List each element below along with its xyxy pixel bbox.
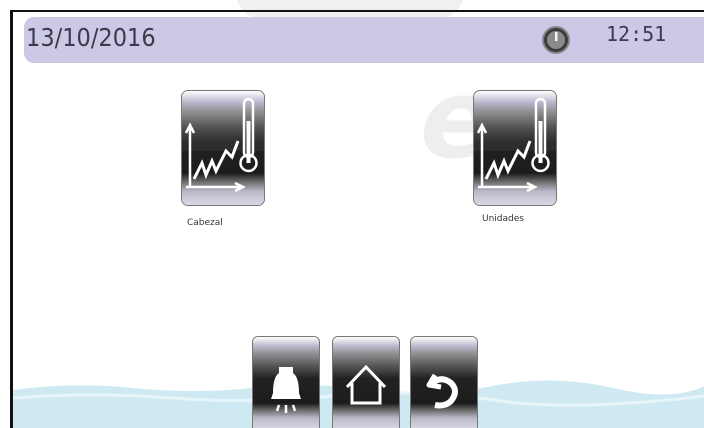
back-button[interactable] <box>410 336 478 428</box>
tile-label-cabezal: Cabezal <box>187 218 223 228</box>
hmi-screen: ec 13/10/2016 12:51 Cabezal <box>0 0 704 428</box>
tile-unidades[interactable] <box>473 90 557 206</box>
date-display: 13/10/2016 <box>26 23 156 52</box>
chart-thermometer-icon <box>476 97 550 193</box>
time-display: 12:51 <box>606 22 667 46</box>
home-icon <box>345 364 387 405</box>
alarm-bell-icon <box>271 367 301 413</box>
chart-thermometer-icon <box>184 97 258 193</box>
tile-label-unidades: Unidades <box>482 214 524 224</box>
alarm-button[interactable] <box>252 336 320 428</box>
home-button[interactable] <box>332 336 400 428</box>
back-arrow-icon <box>426 373 458 409</box>
screen-border-left <box>10 10 13 428</box>
tile-cabezal[interactable] <box>181 90 265 206</box>
clock-icon <box>542 26 570 54</box>
status-header: 13/10/2016 12:51 <box>24 17 704 63</box>
screen-border-top <box>10 10 704 12</box>
